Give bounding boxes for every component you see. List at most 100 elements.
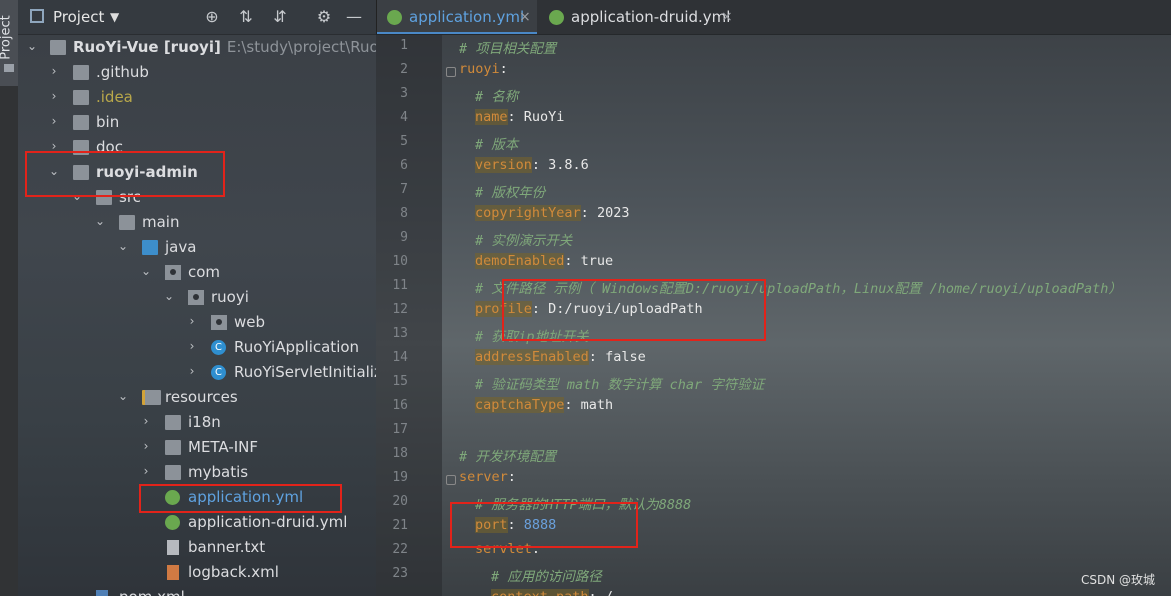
tree-item-label: banner.txt (188, 538, 266, 556)
line-number: 12 (392, 302, 408, 317)
close-icon[interactable]: × (721, 9, 733, 25)
xml-file-icon (167, 565, 179, 580)
folder-icon (4, 64, 14, 72)
yaml-value: RuoYi (523, 109, 565, 125)
source-folder-icon (142, 240, 158, 255)
tab-application-yml[interactable]: application.yml × (377, 0, 537, 34)
project-window-icon (30, 9, 44, 23)
chevron-right-icon[interactable]: › (48, 64, 60, 80)
tree-item-label: logback.xml (188, 563, 279, 581)
tree-item-meta-inf[interactable]: › META-INF (18, 436, 376, 461)
tree-item-label: main (142, 213, 180, 231)
fold-icon[interactable] (446, 475, 456, 485)
fold-icon[interactable] (446, 67, 456, 77)
tree-item-mybatis[interactable]: › mybatis (18, 461, 376, 486)
spring-yaml-icon (165, 515, 180, 530)
line-number: 18 (392, 446, 408, 461)
tree-item-web[interactable]: › web (18, 311, 376, 336)
yaml-key: ruoyi (459, 61, 500, 77)
code-comment: # 版权年份 (475, 185, 546, 201)
line-number: 2 (400, 62, 408, 77)
project-stripe-label: Project (0, 15, 14, 60)
yaml-key: demoEnabled (475, 253, 565, 269)
tree-item-logback-xml[interactable]: logback.xml (18, 561, 376, 586)
tree-item-i18n[interactable]: › i18n (18, 411, 376, 436)
code-comment: # 开发环境配置 (459, 449, 557, 465)
chevron-down-icon[interactable]: ⌄ (117, 239, 129, 255)
yaml-key: version (475, 157, 532, 173)
line-number: 13 (392, 326, 408, 341)
chevron-right-icon[interactable]: › (140, 414, 152, 430)
expand-all-icon[interactable]: ⇅ (235, 6, 257, 28)
locate-icon[interactable]: ⊕ (201, 6, 223, 28)
tree-item-ruoyi-servlet[interactable]: › C RuoYiServletInitialize (18, 361, 376, 386)
close-icon[interactable]: × (519, 9, 531, 25)
tree-item-main[interactable]: ⌄ main (18, 211, 376, 236)
text-file-icon (167, 540, 179, 555)
code-comment: # 实例演示开关 (475, 233, 573, 249)
chevron-right-icon[interactable]: › (140, 464, 152, 480)
line-number: 19 (392, 470, 408, 485)
chevron-right-icon[interactable]: › (186, 314, 198, 330)
chevron-right-icon[interactable]: › (48, 89, 60, 105)
tree-item-ruoyi[interactable]: ⌄ ruoyi (18, 286, 376, 311)
code-editor[interactable]: 1 # 项目相关配置 2 ruoyi: 3 # 名称 4 name: RuoYi 5 # … (376, 35, 1171, 596)
tree-item-label: application-druid.yml (188, 513, 348, 531)
folder-icon (165, 415, 181, 430)
editor-tab-bar: application.yml × application-druid.yml … (376, 0, 1171, 35)
chevron-right-icon[interactable]: › (186, 339, 198, 355)
folder-icon (73, 65, 89, 80)
yaml-key: captchaType (475, 397, 565, 413)
tree-item-ruoyi-application[interactable]: › C RuoYiApplication (18, 336, 376, 361)
chevron-right-icon[interactable]: › (186, 364, 198, 380)
chevron-right-icon[interactable]: › (140, 439, 152, 455)
tree-item-label: bin (96, 113, 120, 131)
maven-file-icon (96, 590, 108, 596)
tree-item-bin[interactable]: › bin (18, 111, 376, 136)
folder-icon (165, 440, 181, 455)
tree-item-idea[interactable]: › .idea (18, 86, 376, 111)
resources-folder-icon (142, 390, 161, 405)
tree-item-label: META-INF (188, 438, 259, 456)
tree-item-java[interactable]: ⌄ java (18, 236, 376, 261)
tab-application-druid-yml[interactable]: application-druid.yml × (539, 0, 739, 34)
project-view-selector[interactable]: Project (53, 8, 104, 26)
chevron-right-icon[interactable]: › (48, 114, 60, 130)
gear-icon[interactable]: ⚙ (313, 6, 335, 28)
chevron-down-icon[interactable]: ⌄ (117, 389, 129, 405)
line-number: 4 (400, 110, 408, 125)
line-number: 5 (400, 134, 408, 149)
collapse-all-icon[interactable]: ⇵ (269, 6, 291, 28)
chevron-down-icon[interactable]: ⌄ (163, 289, 175, 305)
tree-item-resources[interactable]: ⌄ resources (18, 386, 376, 411)
tree-item-root[interactable]: ⌄ RuoYi-Vue [ruoyi] E:\study\project\RuoY… (18, 36, 376, 61)
chevron-down-icon[interactable]: ▼ (110, 10, 119, 24)
highlight-ruoyi-admin (25, 151, 225, 197)
tab-label: application-druid.yml (571, 8, 731, 26)
folder-icon (165, 465, 181, 480)
line-number: 8 (400, 206, 408, 221)
tree-item-label: web (234, 313, 266, 331)
line-number: 15 (392, 374, 408, 389)
line-number: 9 (400, 230, 408, 245)
tree-item-application-druid-yml[interactable]: application-druid.yml (18, 511, 376, 536)
tree-item-github[interactable]: › .github (18, 61, 376, 86)
chevron-down-icon[interactable]: ⌄ (94, 214, 106, 230)
module-folder-icon (50, 40, 66, 55)
chevron-down-icon[interactable]: ⌄ (140, 264, 152, 280)
chevron-down-icon[interactable]: ⌄ (26, 39, 38, 55)
tree-item-banner-txt[interactable]: banner.txt (18, 536, 376, 561)
java-class-icon: C (211, 365, 226, 380)
yaml-key: server (459, 469, 508, 485)
highlight-application-yml (139, 484, 342, 513)
code-comment: # 验证码类型 math 数字计算 char 字符验证 (475, 377, 765, 393)
tree-item-label: .github (96, 63, 149, 81)
folder-icon (73, 90, 89, 105)
tree-item-pom-xml[interactable]: pom.xml (18, 586, 376, 596)
root-label: RuoYi-Vue [ruoyi] (73, 38, 221, 56)
spring-yaml-icon (549, 10, 564, 25)
project-stripe-tab[interactable]: Project (0, 0, 18, 86)
minimize-icon[interactable]: — (343, 6, 365, 28)
line-number: 14 (392, 350, 408, 365)
tree-item-com[interactable]: ⌄ com (18, 261, 376, 286)
